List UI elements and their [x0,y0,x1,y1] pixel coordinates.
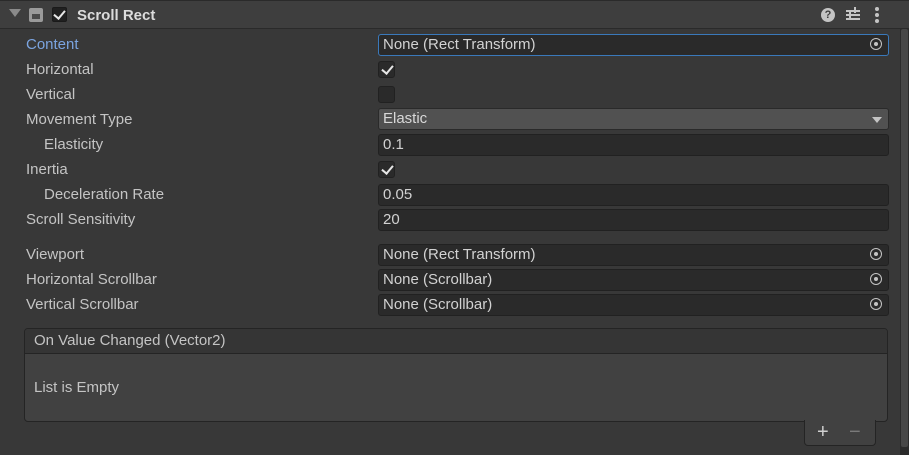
component-header: Scroll Rect ? [0,0,909,29]
viewport-label: Viewport [26,246,85,263]
chevron-down-icon [872,117,882,123]
preset-icon[interactable] [845,7,861,23]
movement-type-value: Elastic [383,110,428,127]
object-picker-icon[interactable] [864,295,888,315]
vertical-scrollbar-value: None (Scrollbar) [383,296,493,313]
component-enabled-checkbox[interactable] [52,7,67,22]
horizontal-label: Horizontal [26,61,94,78]
elasticity-input[interactable]: 0.1 [378,134,889,156]
horizontal-scrollbar-object-field[interactable]: None (Scrollbar) [378,269,889,291]
checkmark-icon [53,7,66,20]
checkmark-icon [381,162,394,175]
movement-type-label: Movement Type [26,111,133,128]
content-value: None (Rect Transform) [383,36,536,53]
inspector-scrollbar[interactable] [900,29,909,455]
context-menu-icon[interactable] [874,7,880,23]
add-icon[interactable]: + [817,421,829,443]
vertical-scrollbar-object-field[interactable]: None (Scrollbar) [378,294,889,316]
viewport-value: None (Rect Transform) [383,246,536,263]
content-object-field[interactable]: None (Rect Transform) [378,34,889,56]
help-icon[interactable]: ? [821,8,835,22]
scroll-rect-component-icon [29,8,43,22]
event-header: On Value Changed (Vector2) [25,329,887,354]
horizontal-scrollbar-label: Horizontal Scrollbar [26,271,157,288]
foldout-arrow-icon[interactable] [9,9,21,17]
vertical-checkbox[interactable] [378,86,395,103]
vertical-scrollbar-label: Vertical Scrollbar [26,296,139,313]
scroll-sensitivity-input[interactable]: 20 [378,209,889,231]
checkmark-icon [381,62,394,75]
object-picker-icon[interactable] [864,270,888,290]
elasticity-label: Elasticity [44,136,104,153]
object-picker-icon[interactable] [864,245,888,265]
remove-icon[interactable]: − [849,421,861,443]
inertia-checkbox[interactable] [378,161,395,178]
on-value-changed-event: On Value Changed (Vector2) List is Empty [24,328,888,422]
content-label: Content [26,36,79,53]
viewport-object-field[interactable]: None (Rect Transform) [378,244,889,266]
event-empty-text: List is Empty [34,379,120,396]
movement-type-dropdown[interactable]: Elastic [378,108,889,130]
vertical-label: Vertical [26,86,76,103]
object-picker-icon[interactable] [864,35,888,55]
event-list-footer: + − [804,420,876,446]
deceleration-rate-label: Deceleration Rate [44,186,165,203]
horizontal-scrollbar-value: None (Scrollbar) [383,271,493,288]
deceleration-rate-input[interactable]: 0.05 [378,184,889,206]
component-title: Scroll Rect [77,7,156,24]
scroll-sensitivity-label: Scroll Sensitivity [26,211,136,228]
inertia-label: Inertia [26,161,68,178]
horizontal-checkbox[interactable] [378,61,395,78]
